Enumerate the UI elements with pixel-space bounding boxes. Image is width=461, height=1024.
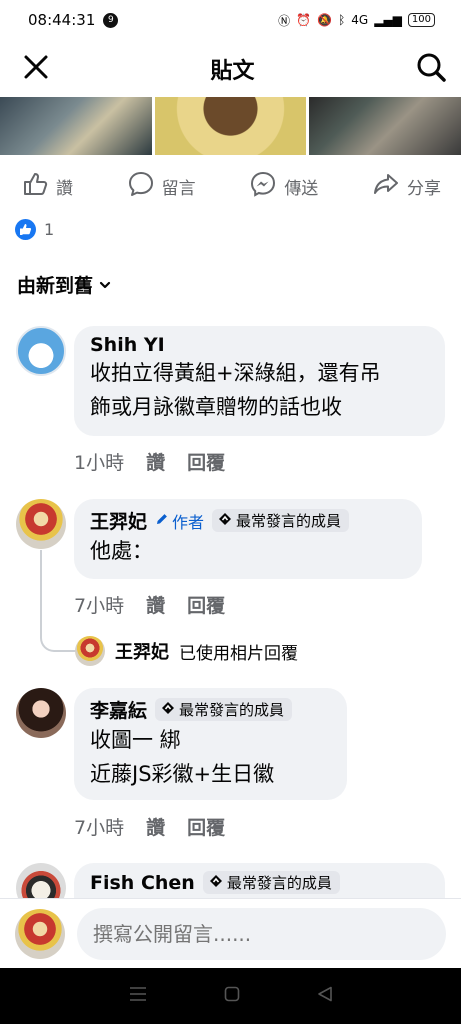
badge-label: 最常發言的成員 — [179, 701, 285, 719]
comment-author[interactable]: 李嘉紜 — [90, 696, 147, 723]
comment-time[interactable]: 7小時 — [74, 591, 124, 618]
top-contributor-badge: 最常發言的成員 — [202, 871, 340, 894]
network-label: 4G — [351, 13, 369, 27]
nfc-icon: Ⓝ — [278, 13, 291, 28]
post-photo[interactable] — [154, 97, 307, 155]
send-label: 傳送 — [284, 178, 319, 199]
comment-time[interactable]: 1小時 — [74, 448, 124, 475]
battery-icon: 100 — [407, 13, 435, 27]
comment-button[interactable]: 留言 — [128, 171, 196, 202]
comment-meta: 1小時 讚 回覆 — [74, 448, 225, 475]
comment-author[interactable]: 王羿妃 — [90, 507, 147, 534]
share-label: 分享 — [406, 178, 441, 199]
comment-bubble[interactable]: Shih YI 收拍立得黃組+深綠組，還有吊 飾或月詠徽章贈物的話也收 — [74, 326, 445, 436]
top-contributor-badge: 最常發言的成員 — [212, 509, 350, 532]
app-bar: 貼文 — [0, 40, 461, 98]
post-photo[interactable] — [0, 97, 152, 155]
reaction-count: 1 — [44, 220, 55, 239]
menu-icon[interactable] — [129, 986, 147, 1006]
alarm-icon: ⏰ — [296, 13, 312, 27]
avatar[interactable] — [16, 499, 66, 549]
comment-sort-dropdown[interactable]: 由新到舊 — [17, 271, 111, 298]
post-photo[interactable] — [309, 97, 461, 155]
top-contributor-icon — [161, 701, 175, 719]
comment-like-button[interactable]: 讚 — [146, 448, 165, 475]
thumbs-up-icon — [22, 171, 48, 202]
page-title: 貼文 — [210, 59, 255, 84]
mute-icon: 🔕 — [317, 13, 333, 27]
search-icon[interactable] — [415, 51, 447, 87]
comment-meta: 7小時 讚 回覆 — [74, 813, 225, 840]
comment-reply-button[interactable]: 回覆 — [187, 813, 225, 840]
back-icon[interactable] — [317, 986, 333, 1006]
status-time: 08:44:31 — [28, 11, 96, 29]
like-label: 讚 — [56, 178, 73, 199]
comment-meta: 7小時 讚 回覆 — [74, 591, 225, 618]
share-arrow-icon — [373, 171, 399, 202]
reply-preview[interactable]: 王羿妃 已使用相片回覆 — [75, 636, 298, 666]
comment-time[interactable]: 7小時 — [74, 813, 124, 840]
comment-reply-button[interactable]: 回覆 — [187, 591, 225, 618]
badge-label: 最常發言的成員 — [236, 512, 342, 530]
comment-text: 收拍立得黃組+深綠組，還有吊 飾或月詠徽章贈物的話也收 — [90, 361, 381, 419]
close-icon[interactable] — [22, 53, 50, 85]
comment-input[interactable] — [77, 907, 446, 960]
author-tag-label: 作者 — [172, 512, 205, 532]
comment-bubble-icon — [128, 171, 154, 202]
comment-composer — [0, 898, 461, 968]
reaction-summary[interactable]: 1 — [15, 219, 54, 240]
comment-author[interactable]: Fish Chen — [90, 872, 195, 894]
comment-like-button[interactable]: 讚 — [146, 813, 165, 840]
chevron-down-icon — [99, 274, 111, 296]
bluetooth-icon: ᛒ — [338, 13, 346, 27]
send-button[interactable]: 傳送 — [250, 171, 318, 202]
comment-reply-button[interactable]: 回覆 — [187, 448, 225, 475]
reply-summary: 已使用相片回覆 — [179, 643, 298, 664]
reply-thread-line — [40, 550, 76, 652]
signal-icon: ▂▄▆ — [374, 13, 402, 27]
like-reaction-icon — [15, 219, 36, 240]
author-tag: 作者 — [155, 509, 204, 533]
badge-label: 最常發言的成員 — [226, 874, 332, 892]
comment-bubble[interactable]: 李嘉紜 最常發言的成員 收圖一 綁 近藤JS彩徽+生日徽 — [74, 688, 347, 800]
top-contributor-icon — [218, 512, 232, 530]
avatar[interactable] — [16, 688, 66, 738]
avatar[interactable] — [16, 326, 66, 376]
reply-author: 王羿妃 — [115, 642, 169, 663]
top-contributor-badge: 最常發言的成員 — [155, 698, 293, 721]
comment-bubble[interactable]: 王羿妃 作者 最常發言的成員 他處： — [74, 499, 422, 579]
messenger-icon — [250, 171, 276, 202]
post-actions: 讚 留言 傳送 分享 — [0, 163, 461, 209]
avatar — [75, 636, 105, 666]
comment-author[interactable]: Shih YI — [90, 334, 165, 356]
share-button[interactable]: 分享 — [373, 171, 441, 202]
like-button[interactable]: 讚 — [22, 171, 73, 202]
status-bar: 08:44:31 9 Ⓝ ⏰ 🔕 ᛒ 4G ▂▄▆ 100 — [0, 0, 461, 40]
system-nav-bar — [0, 968, 461, 1024]
comment-label: 留言 — [161, 178, 196, 199]
comment-text: 收圖一 綁 近藤JS彩徽+生日徽 — [90, 728, 275, 786]
sort-label: 由新到舊 — [17, 275, 94, 297]
avatar — [15, 908, 65, 959]
top-contributor-icon — [209, 874, 223, 892]
pencil-icon — [155, 511, 169, 530]
home-icon[interactable] — [224, 986, 240, 1006]
comment-like-button[interactable]: 讚 — [146, 591, 165, 618]
post-photos — [0, 97, 461, 155]
comment-text: 他處： — [90, 539, 153, 563]
notification-count-badge: 9 — [103, 12, 119, 28]
